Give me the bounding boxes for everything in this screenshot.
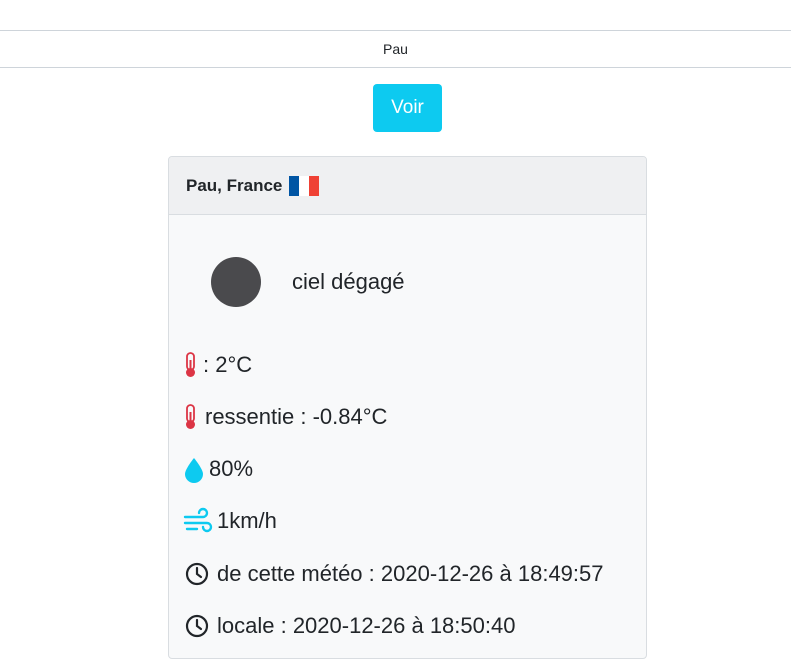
droplet-icon (185, 458, 203, 483)
clock-icon (185, 562, 209, 586)
thermometer-icon (186, 352, 195, 377)
wind-line: 1km/h (169, 507, 277, 535)
card-header: Pau, France (169, 157, 646, 215)
observed-time-line: de cette météo : 2020-12-26 à 18:49:57 (169, 560, 604, 588)
weather-card: Pau, France ciel dégagé : 2°C ressentie … (168, 156, 647, 659)
wind-text: 1km/h (217, 508, 277, 533)
city-search-value: Pau (383, 41, 408, 57)
clock-icon (185, 614, 209, 638)
city-search-input[interactable]: Pau (0, 30, 791, 68)
observed-time-text: de cette météo : 2020-12-26 à 18:49:57 (217, 561, 604, 586)
feels-like-line: ressentie : -0.84°C (169, 403, 387, 431)
weather-summary: ciel dégagé (211, 257, 405, 307)
humidity-line: 80% (169, 455, 253, 483)
france-flag-icon (289, 175, 320, 196)
humidity-text: 80% (209, 456, 254, 481)
weather-description: ciel dégagé (292, 269, 405, 294)
local-time-text: locale : 2020-12-26 à 18:50:40 (217, 613, 516, 638)
location-title: Pau, France (186, 175, 283, 195)
thermometer-icon (186, 404, 195, 429)
weather-condition-icon (211, 257, 261, 307)
feels-like-text: ressentie : -0.84°C (205, 404, 388, 429)
wind-icon (183, 507, 213, 533)
temperature-line: : 2°C (169, 351, 252, 379)
temperature-text: : 2°C (203, 352, 253, 377)
local-time-line: locale : 2020-12-26 à 18:50:40 (169, 612, 515, 640)
voir-button[interactable]: Voir (373, 84, 442, 132)
